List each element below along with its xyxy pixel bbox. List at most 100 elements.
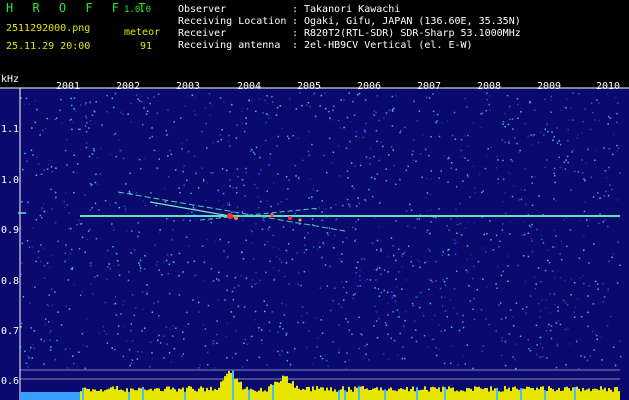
- meteor-echo-hotspot: [288, 216, 292, 220]
- noise-speck: [181, 148, 183, 150]
- noise-speck: [90, 120, 92, 122]
- noise-speck: [517, 264, 519, 267]
- level-bar: [376, 387, 378, 400]
- level-bar: [478, 386, 480, 400]
- noise-speck: [395, 259, 397, 262]
- noise-speck: [114, 202, 117, 204]
- level-bar: [448, 386, 450, 400]
- noise-speck: [205, 122, 207, 125]
- noise-speck: [197, 187, 200, 189]
- noise-speck: [120, 111, 122, 114]
- noise-speck: [578, 367, 580, 370]
- noise-speck: [482, 278, 484, 280]
- level-bar: [426, 390, 428, 400]
- noise-speck: [326, 359, 328, 362]
- noise-speck: [567, 128, 569, 131]
- noise-speck: [358, 316, 360, 319]
- noise-speck: [378, 159, 381, 162]
- noise-speck: [524, 167, 527, 170]
- noise-speck: [587, 325, 589, 328]
- noise-speck: [328, 137, 331, 140]
- noise-speck: [166, 218, 168, 220]
- noise-speck: [30, 327, 32, 329]
- noise-speck: [316, 248, 319, 251]
- noise-speck: [578, 93, 580, 95]
- noise-speck: [582, 120, 584, 123]
- noise-speck: [324, 264, 327, 266]
- noise-speck: [496, 155, 498, 158]
- noise-speck: [264, 139, 267, 142]
- noise-speck: [607, 195, 610, 197]
- noise-speck: [202, 324, 205, 326]
- noise-speck: [418, 110, 421, 112]
- noise-speck: [507, 171, 509, 173]
- noise-speck: [466, 271, 468, 273]
- noise-speck: [66, 138, 68, 141]
- noise-speck: [138, 231, 140, 233]
- noise-speck: [462, 326, 465, 329]
- noise-speck: [586, 219, 588, 221]
- noise-speck: [100, 147, 102, 150]
- noise-speck: [462, 314, 464, 317]
- noise-speck: [248, 99, 250, 102]
- level-bar: [252, 389, 254, 400]
- level-bar: [196, 391, 198, 400]
- noise-speck: [256, 187, 259, 189]
- noise-speck: [504, 212, 507, 215]
- noise-speck: [443, 362, 446, 365]
- noise-speck: [126, 230, 128, 232]
- noise-speck: [342, 241, 344, 243]
- noise-speck: [564, 168, 567, 170]
- noise-speck: [428, 154, 430, 157]
- noise-speck: [462, 180, 464, 182]
- noise-speck: [563, 106, 565, 109]
- noise-speck: [22, 296, 25, 298]
- noise-speck: [332, 341, 334, 343]
- noise-speck: [144, 205, 147, 207]
- noise-speck: [454, 138, 457, 140]
- noise-speck: [95, 173, 97, 176]
- noise-speck: [477, 260, 480, 263]
- noise-speck: [549, 329, 552, 332]
- noise-speck: [232, 299, 235, 301]
- noise-speck: [514, 358, 516, 361]
- meteor-echo-hotspot: [227, 213, 233, 219]
- noise-speck: [387, 314, 389, 316]
- noise-speck: [259, 156, 261, 159]
- noise-speck: [166, 134, 168, 136]
- noise-speck: [469, 196, 471, 198]
- noise-speck: [612, 346, 615, 348]
- noise-speck: [212, 342, 214, 345]
- noise-speck: [482, 190, 484, 192]
- noise-speck: [325, 208, 327, 210]
- level-bar: [584, 390, 586, 400]
- noise-speck: [142, 200, 145, 202]
- noise-speck: [107, 266, 109, 268]
- noise-speck: [189, 219, 191, 222]
- noise-speck: [556, 345, 559, 347]
- noise-speck: [573, 316, 576, 318]
- noise-speck: [539, 131, 542, 133]
- noise-speck: [308, 130, 310, 133]
- noise-speck: [409, 203, 411, 206]
- noise-speck: [588, 262, 590, 264]
- noise-speck: [158, 314, 160, 317]
- noise-speck: [520, 198, 523, 201]
- noise-speck: [130, 329, 132, 332]
- noise-speck: [182, 219, 185, 221]
- noise-speck: [231, 103, 233, 106]
- noise-speck: [291, 258, 294, 261]
- noise-speck: [316, 190, 319, 192]
- noise-speck: [359, 285, 361, 287]
- noise-speck: [411, 302, 414, 305]
- noise-speck: [519, 149, 521, 152]
- noise-speck: [253, 153, 256, 155]
- noise-speck: [150, 341, 152, 344]
- noise-speck: [545, 307, 547, 309]
- noise-speck: [532, 134, 534, 137]
- noise-speck: [527, 135, 529, 137]
- noise-speck: [26, 239, 29, 242]
- noise-speck: [172, 335, 174, 337]
- noise-speck: [281, 302, 283, 305]
- noise-speck: [398, 312, 401, 314]
